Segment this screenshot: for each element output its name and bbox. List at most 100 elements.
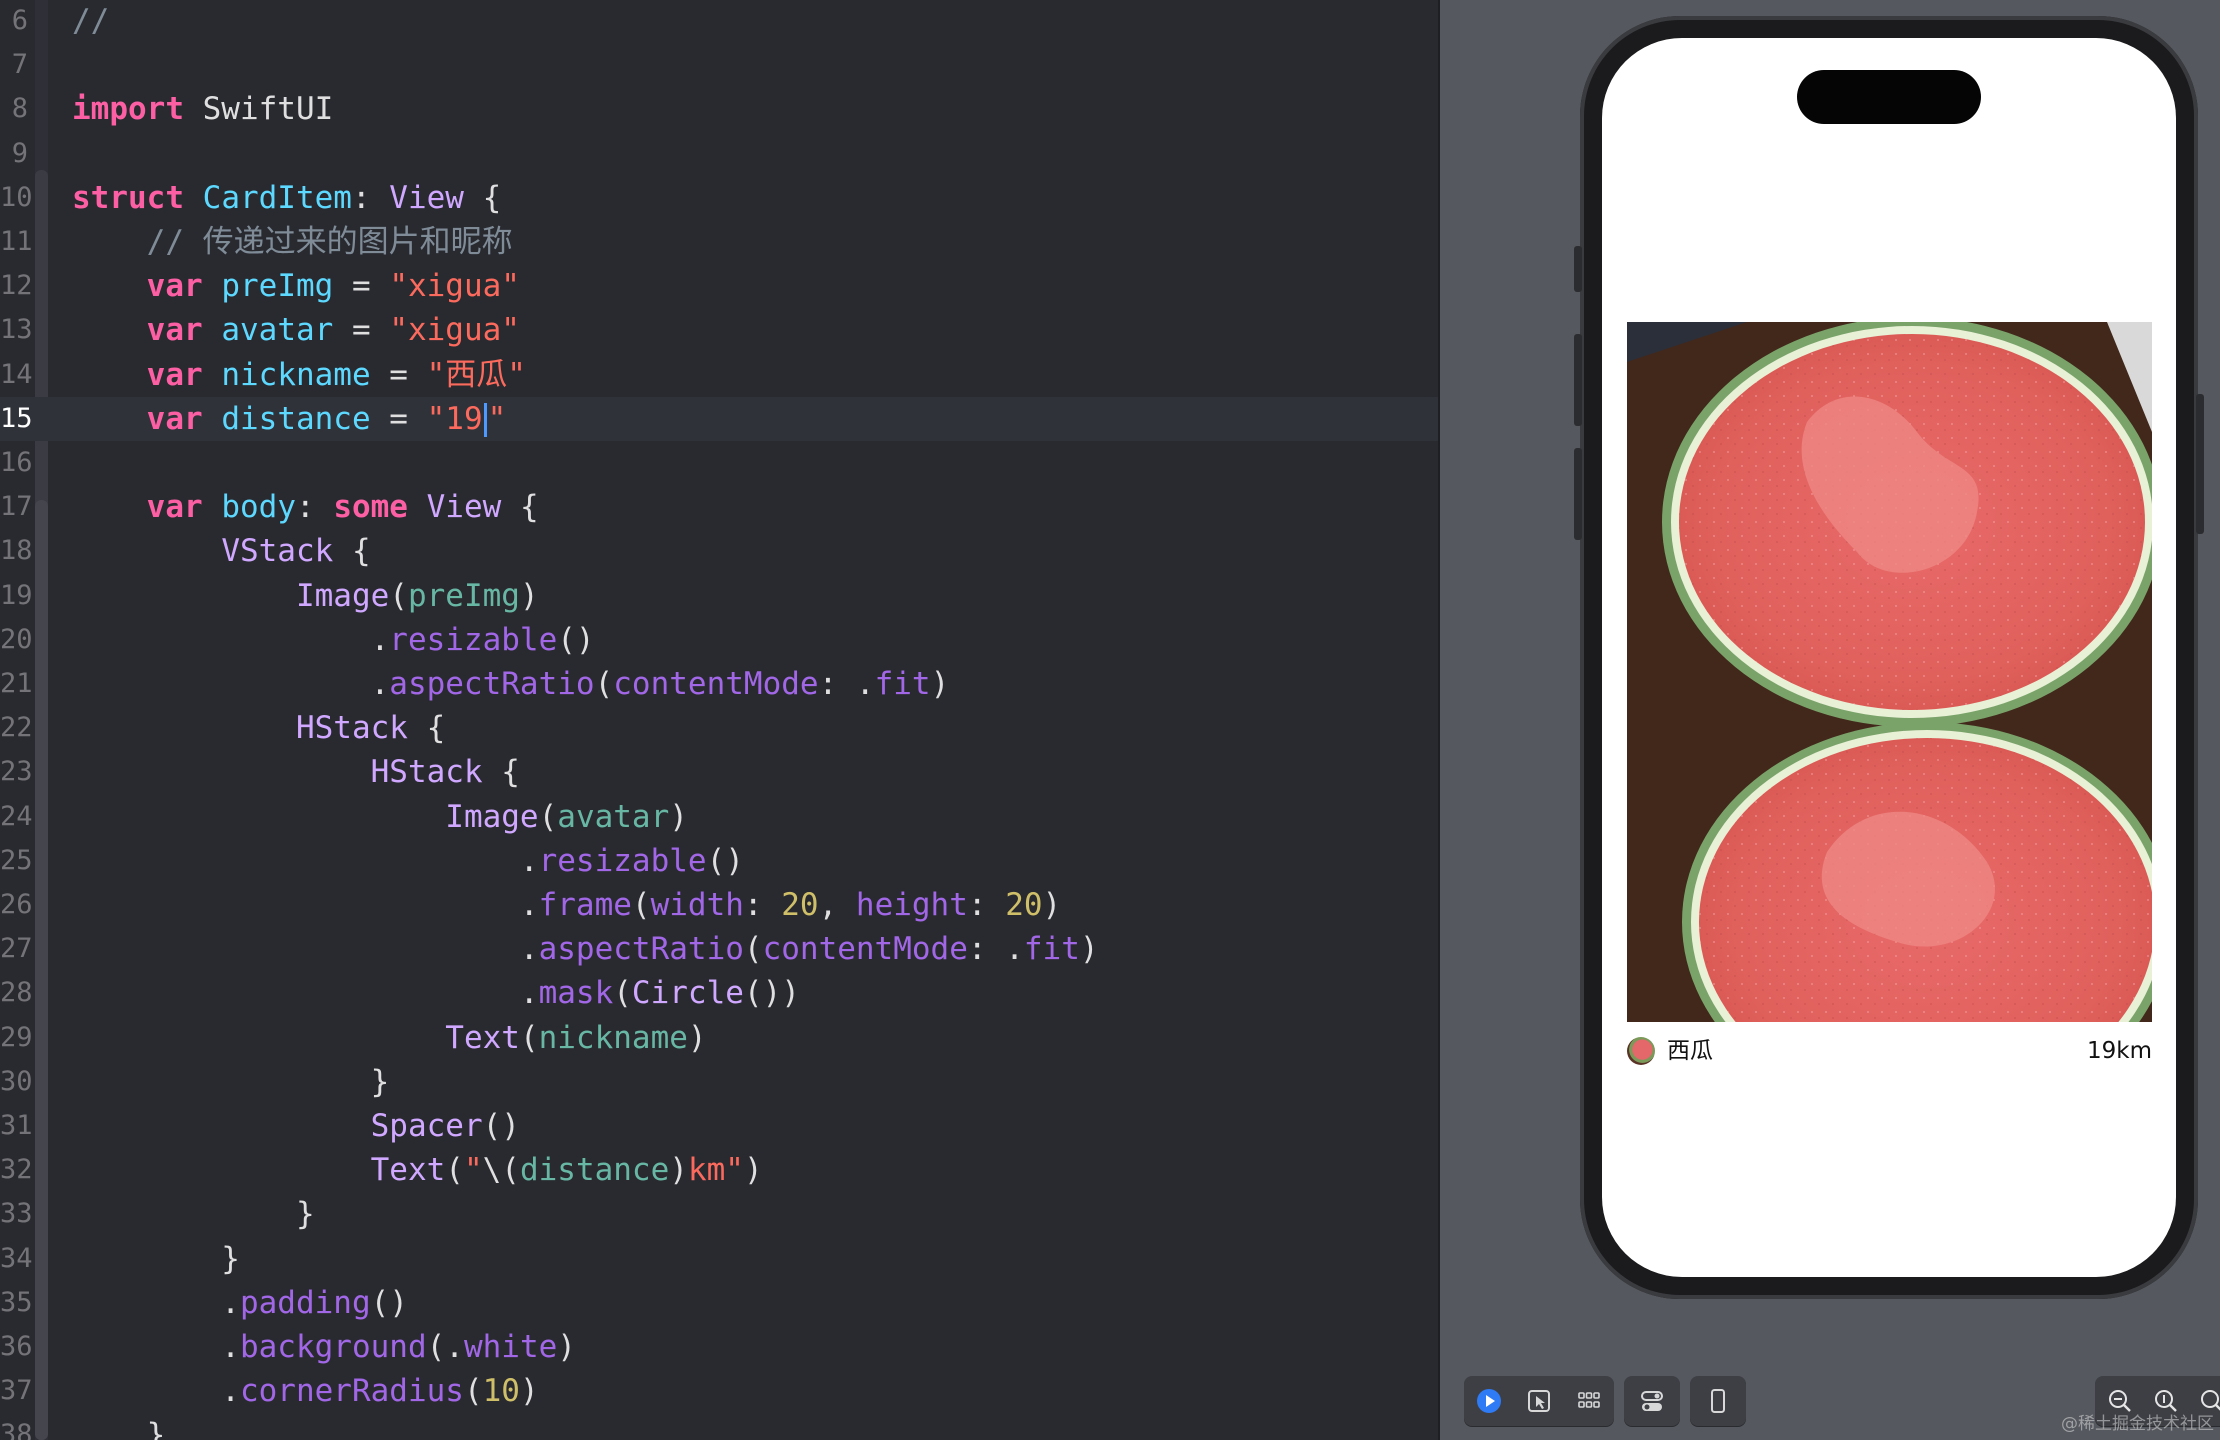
code-text[interactable]: .frame(width: 20, height: 20): [72, 883, 1061, 927]
code-line[interactable]: 20 .resizable(): [0, 618, 1438, 662]
code-text[interactable]: var body: some View {: [72, 485, 539, 529]
code-token: some: [333, 489, 408, 526]
code-token: cornerRadius: [239, 1373, 464, 1410]
code-line[interactable]: 30 }: [0, 1060, 1438, 1104]
code-text[interactable]: .aspectRatio(contentMode: .fit): [72, 927, 1099, 971]
code-text[interactable]: HStack {: [72, 706, 445, 750]
code-line[interactable]: 23 HStack {: [0, 750, 1438, 794]
code-text[interactable]: }: [72, 1413, 166, 1440]
code-token: avatar: [221, 312, 334, 349]
code-token: // 传递过来的图片和昵称: [72, 224, 513, 260]
code-token: km": [687, 1152, 744, 1189]
code-line[interactable]: 28 .mask(Circle()): [0, 971, 1438, 1015]
code-line[interactable]: 37 .cornerRadius(10): [0, 1369, 1438, 1413]
code-text[interactable]: var avatar = "xigua": [72, 308, 520, 352]
code-line[interactable]: 27 .aspectRatio(contentMode: .fit): [0, 927, 1438, 971]
code-text[interactable]: .background(.white): [72, 1325, 576, 1369]
code-line[interactable]: 10 struct CardItem: View {: [0, 176, 1438, 220]
code-token: var: [146, 400, 203, 437]
code-line[interactable]: 25 .resizable(): [0, 839, 1438, 883]
code-line[interactable]: 35 .padding(): [0, 1281, 1438, 1325]
code-token: =: [370, 356, 427, 393]
code-text[interactable]: }: [72, 1060, 390, 1104]
code-text[interactable]: .mask(Circle()): [72, 971, 800, 1015]
code-text[interactable]: }: [72, 1192, 315, 1236]
code-text[interactable]: var preImg = "xigua": [72, 264, 520, 308]
code-text[interactable]: }: [72, 1237, 240, 1281]
code-line[interactable]: 24 Image(avatar): [0, 795, 1438, 839]
code-line[interactable]: 12 var preImg = "xigua": [0, 264, 1438, 308]
line-number: 35: [0, 1286, 33, 1318]
code-line[interactable]: 22 HStack {: [0, 706, 1438, 750]
code-token: (: [743, 931, 763, 968]
code-line[interactable]: 11 // 传递过来的图片和昵称: [0, 220, 1438, 264]
code-token: {: [463, 179, 502, 216]
code-token: body: [221, 489, 296, 526]
code-token: contentMode: [613, 666, 819, 702]
code-text[interactable]: Spacer(): [72, 1104, 520, 1148]
code-line[interactable]: 26 .frame(width: 20, height: 20): [0, 883, 1438, 927]
code-text[interactable]: Image(avatar): [72, 795, 688, 839]
code-line[interactable]: 32 Text("\(distance)km"): [0, 1148, 1438, 1192]
code-line[interactable]: 38 }: [0, 1413, 1438, 1440]
code-text[interactable]: HStack {: [72, 750, 520, 794]
code-token: {: [501, 489, 539, 526]
code-token: preImg: [221, 268, 334, 305]
code-token: (: [519, 1019, 539, 1056]
code-line[interactable]: 15 var distance = "19 ": [0, 396, 1438, 441]
code-editor[interactable]: 6 // 7 8 import SwiftUI 9 10 struct CardItem: V…: [0, 0, 1438, 1440]
code-text[interactable]: struct CardItem: View {: [72, 176, 501, 220]
code-text[interactable]: Image(preImg): [72, 574, 539, 618]
code-text[interactable]: // 传递过来的图片和昵称: [72, 220, 513, 264]
code-line[interactable]: 29 Text(nickname): [0, 1016, 1438, 1060]
selectable-mode-button[interactable]: [1514, 1376, 1564, 1426]
code-line[interactable]: 31 Spacer(): [0, 1104, 1438, 1148]
code-line[interactable]: 33 }: [0, 1192, 1438, 1236]
code-text[interactable]: var distance = "19 ": [72, 397, 506, 441]
code-text[interactable]: .resizable(): [72, 618, 595, 662]
code-text[interactable]: import SwiftUI: [72, 87, 333, 131]
code-line[interactable]: 9: [0, 132, 1438, 176]
code-line[interactable]: 17 var body: some View {: [0, 485, 1438, 529]
live-preview-button[interactable]: [1464, 1376, 1514, 1426]
code-line[interactable]: 19 Image(preImg): [0, 574, 1438, 618]
code-token: ): [669, 798, 688, 835]
code-token: (.: [426, 1329, 464, 1365]
code-token: :: [351, 179, 390, 216]
device-settings-button[interactable]: [1627, 1376, 1677, 1426]
code-token: (): [557, 621, 595, 658]
code-text[interactable]: .resizable(): [72, 839, 744, 883]
code-text[interactable]: VStack {: [72, 529, 370, 573]
variants-button[interactable]: [1564, 1376, 1614, 1426]
code-text[interactable]: .padding(): [72, 1281, 408, 1325]
code-token: var: [146, 356, 203, 393]
action-button: [1574, 246, 1582, 292]
code-text[interactable]: .aspectRatio(contentMode: .fit): [72, 662, 950, 706]
device-picker-button[interactable]: [1693, 1376, 1743, 1426]
code-line[interactable]: 36 .background(.white): [0, 1325, 1438, 1369]
code-line[interactable]: 8 import SwiftUI: [0, 87, 1438, 131]
code-line[interactable]: 14 var nickname = "西瓜": [0, 353, 1438, 397]
live-preview-icon: [1477, 1389, 1501, 1413]
code-line[interactable]: 18 VStack {: [0, 529, 1438, 573]
code-text[interactable]: var nickname = "西瓜": [72, 353, 526, 397]
code-text[interactable]: Text(nickname): [72, 1016, 706, 1060]
code-text[interactable]: Text("\(distance)km"): [72, 1148, 763, 1192]
code-line[interactable]: 16: [0, 441, 1438, 485]
line-number: 30: [0, 1065, 33, 1097]
code-text[interactable]: .cornerRadius(10): [72, 1369, 538, 1413]
code-line[interactable]: 13 var avatar = "xigua": [0, 308, 1438, 352]
code-token: View: [426, 489, 502, 526]
code-text[interactable]: //: [72, 0, 109, 43]
code-line[interactable]: 6 //: [0, 0, 1438, 43]
code-token: 20: [1005, 887, 1043, 923]
code-line[interactable]: 34 }: [0, 1237, 1438, 1281]
code-line[interactable]: 7: [0, 43, 1438, 87]
line-number: 17: [0, 491, 33, 523]
code-line[interactable]: 21 .aspectRatio(contentMode: .fit): [0, 662, 1438, 706]
preview-canvas[interactable]: 西瓜 19km @稀土掘金技术社区: [1438, 0, 2220, 1440]
